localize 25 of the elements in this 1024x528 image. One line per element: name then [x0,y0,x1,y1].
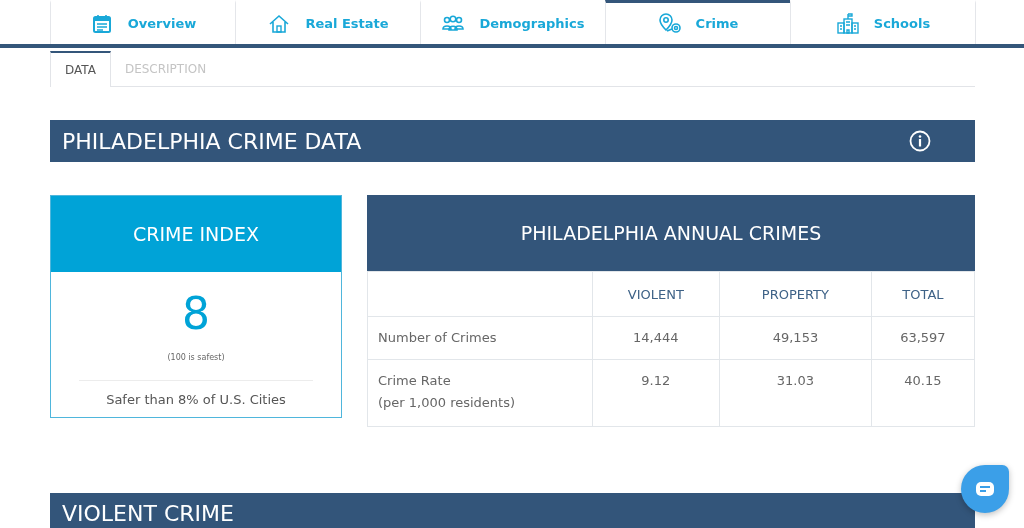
table-cell: 40.15 [871,359,975,427]
chat-button[interactable] [961,465,1009,513]
column-header: TOTAL [871,271,975,317]
tab-icon [835,11,860,36]
info-icon[interactable] [909,130,931,152]
table-title: PHILADELPHIA ANNUAL CRIMES [367,195,975,271]
row-label: Crime Rate (per 1,000 residents) [367,359,593,427]
table-cell: 31.03 [719,359,872,427]
table-cell: 63,597 [871,316,975,360]
section-title: VIOLENT CRIME [62,500,234,526]
table-cell: 49,153 [719,316,872,360]
table-cell: 9.12 [592,359,720,427]
card-title: CRIME INDEX [51,196,341,272]
comparison-text: Safer than 8% of U.S. Cities [105,392,287,407]
row-label: Number of Crimes [367,316,593,360]
table-cell: 14,444 [592,316,720,360]
sub-tab[interactable]: DATA [50,51,111,87]
chat-icon [975,481,995,497]
section-title: PHILADELPHIA CRIME DATA [62,128,362,154]
tab-icon [657,11,682,36]
index-note: (100 is safest) [166,353,226,362]
column-header: PROPERTY [719,271,872,317]
crime-index-value: 8 [181,288,211,340]
column-header: VIOLENT [592,271,720,317]
sub-tab[interactable]: DESCRIPTION [110,51,221,87]
